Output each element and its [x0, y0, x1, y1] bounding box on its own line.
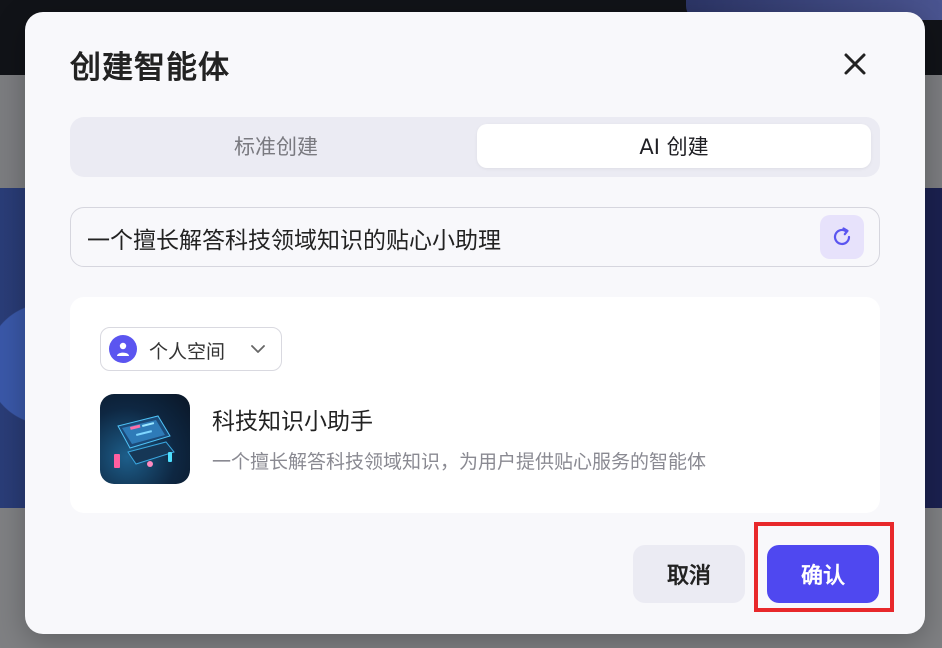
- agent-description: 一个擅长解答科技领域知识，为用户提供贴心服务的智能体: [212, 451, 707, 473]
- user-icon: [117, 342, 129, 356]
- cancel-button[interactable]: 取消: [633, 545, 745, 603]
- chevron-down-icon: [251, 345, 265, 353]
- dialog-title: 创建智能体: [70, 50, 230, 86]
- tab-standard-create[interactable]: 标准创建: [78, 124, 474, 168]
- prompt-input[interactable]: [85, 208, 809, 268]
- refresh-button[interactable]: [820, 215, 864, 259]
- agent-preview-card: 个人空间 科技知识小助手 一个擅长解答科技领域知识，为用户提供贴心服务的智能体: [70, 297, 880, 513]
- confirm-highlight-box: [754, 522, 894, 612]
- space-select[interactable]: 个人空间: [100, 327, 282, 371]
- agent-name: 科技知识小助手: [212, 409, 373, 435]
- prompt-field: [70, 207, 880, 268]
- refresh-icon: [833, 227, 851, 246]
- close-icon: [844, 53, 866, 75]
- create-mode-tabs: 标准创建 AI 创建: [70, 117, 880, 177]
- agent-avatar-image: [100, 394, 190, 484]
- close-button[interactable]: [835, 48, 875, 80]
- space-avatar: [109, 335, 137, 363]
- space-select-value: 个人空间: [149, 341, 226, 363]
- tab-ai-create[interactable]: AI 创建: [477, 124, 871, 168]
